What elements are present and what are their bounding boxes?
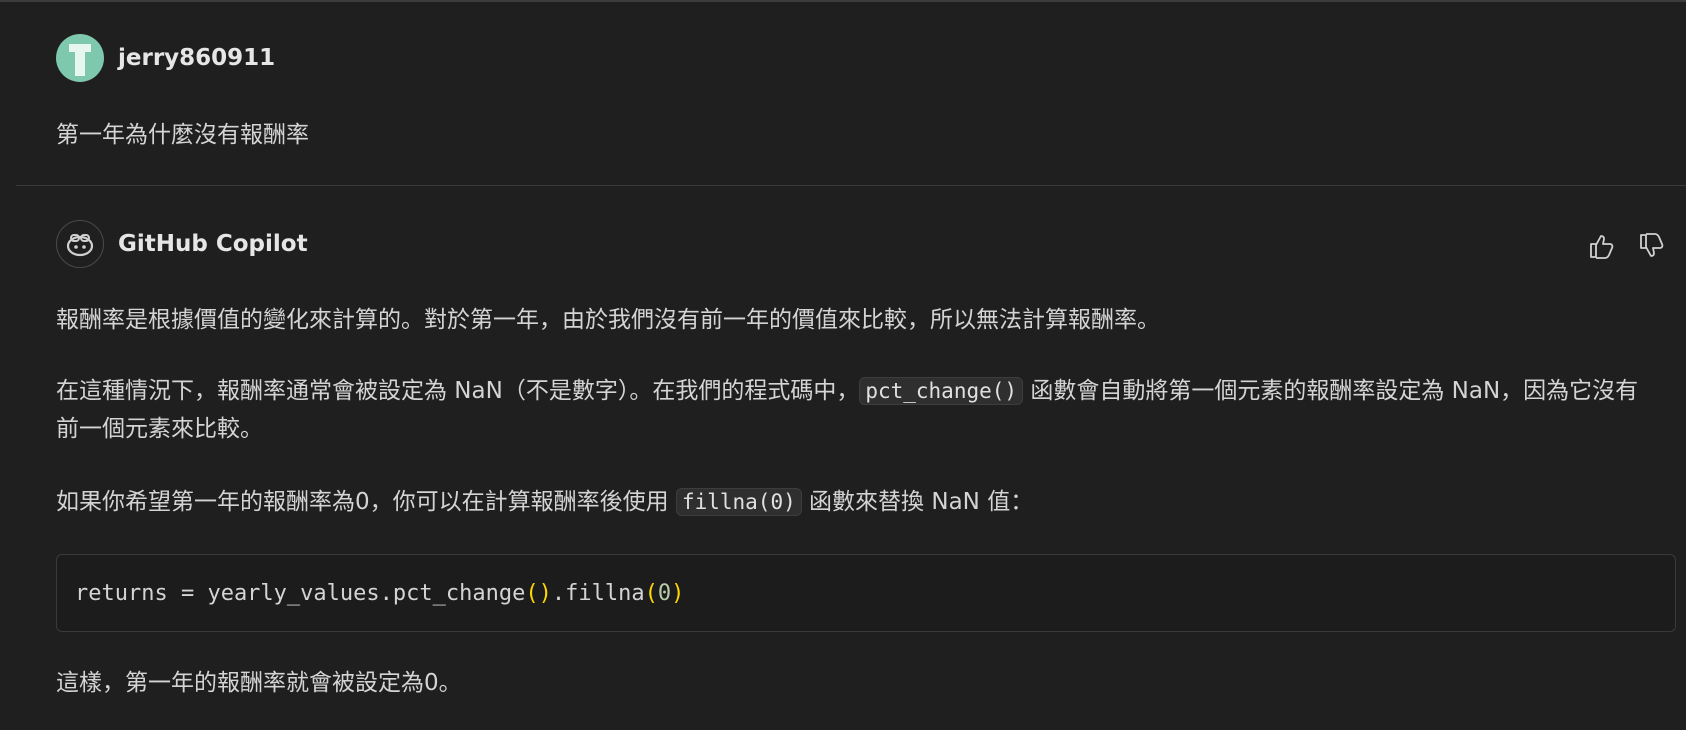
user-avatar-icon	[56, 34, 104, 82]
copilot-icon	[56, 220, 104, 268]
assistant-header: GitHub Copilot	[56, 220, 308, 268]
response-paragraph-3: 如果你希望第一年的報酬率為0，你可以在計算報酬率後使用 fillna(0) 函數…	[56, 483, 1646, 521]
code-block[interactable]: returns = yearly_values.pct_change().fil…	[56, 554, 1676, 632]
username: jerry860911	[118, 45, 276, 71]
paragraph-2-text-a: 在這種情況下，報酬率通常會被設定為 NaN（不是數字）。在我們的程式碼中，	[56, 378, 860, 404]
code-paren-2-open: (	[644, 581, 658, 606]
code-arg: 0	[657, 581, 672, 606]
user-message-text: 第一年為什麼沒有報酬率	[56, 122, 309, 148]
inline-code-pct-change: pct_change()	[859, 377, 1024, 405]
response-paragraph-1: 報酬率是根據價值的變化來計算的。對於第一年，由於我們沒有前一年的價值來比較，所以…	[56, 307, 1160, 333]
code-mid: .fillna	[551, 581, 645, 606]
user-header: jerry860911	[56, 34, 275, 82]
response-paragraph-4: 這樣，第一年的報酬率就會被設定為0。	[56, 670, 462, 696]
paragraph-3-text-a: 如果你希望第一年的報酬率為0，你可以在計算報酬率後使用	[56, 489, 676, 515]
thumbs-up-icon	[1590, 235, 1614, 259]
inline-code-fillna: fillna(0)	[675, 488, 802, 516]
response-paragraph-2: 在這種情況下，報酬率通常會被設定為 NaN（不是數字）。在我們的程式碼中， pct…	[56, 372, 1646, 448]
thumbs-down-icon	[1640, 233, 1664, 257]
code-paren-2-close: )	[671, 581, 685, 606]
thumbs-up-button[interactable]	[1584, 228, 1620, 264]
thumbs-down-button[interactable]	[1634, 228, 1670, 264]
user-message-turn: jerry860911 第一年為什麼沒有報酬率	[16, 2, 1686, 186]
assistant-name: GitHub Copilot	[118, 231, 308, 257]
paragraph-3-text-b: 函數來替換 NaN 值：	[801, 489, 1034, 515]
code-paren-1: ()	[525, 581, 552, 606]
code-prefix: returns = yearly_values.pct_change	[75, 581, 526, 606]
